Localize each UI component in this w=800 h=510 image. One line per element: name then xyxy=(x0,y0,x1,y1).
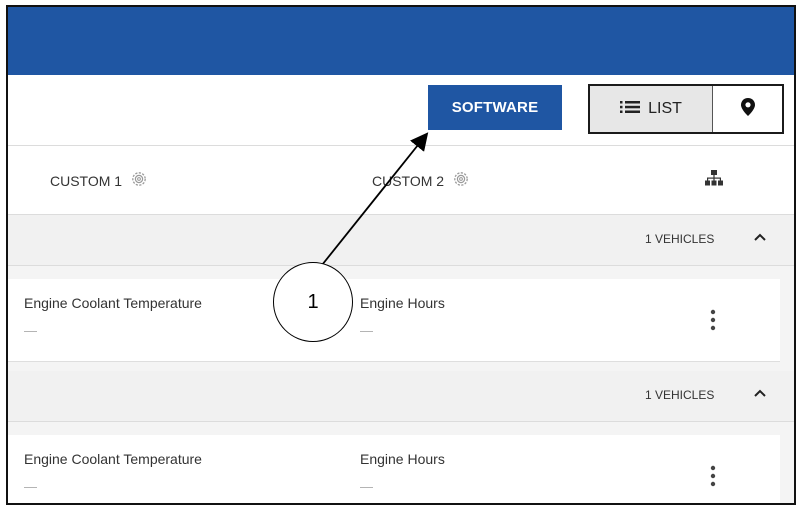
chevron-up-icon[interactable] xyxy=(752,229,768,250)
vehicle-count: 1 VEHICLES xyxy=(645,388,715,402)
custom2-column-header: CUSTOM 2 xyxy=(372,170,470,191)
field-label: Engine Hours xyxy=(360,295,445,311)
vehicle-group-header[interactable]: 1 VEHICLES xyxy=(8,215,794,266)
gear-icon[interactable] xyxy=(130,170,148,191)
callout-number: 1 xyxy=(307,290,319,313)
app-header-bar xyxy=(8,7,794,75)
field-label: Engine Coolant Temperature xyxy=(24,451,202,467)
map-pin-icon xyxy=(740,97,755,121)
vehicle-group-header[interactable]: 1 VEHICLES xyxy=(8,371,794,422)
gear-icon[interactable] xyxy=(452,170,470,191)
list-view-label: LIST xyxy=(648,100,682,117)
vehicle-card[interactable]: Engine Coolant Temperature — Engine Hour… xyxy=(8,435,780,503)
toolbar: SOFTWARE LIST xyxy=(8,75,794,146)
custom1-column-header: CUSTOM 1 xyxy=(50,170,148,191)
vehicle-count: 1 VEHICLES xyxy=(645,232,715,246)
field-value: — xyxy=(360,479,373,494)
list-icon xyxy=(620,100,641,119)
vehicle-card[interactable]: Engine Coolant Temperature — Engine Hour… xyxy=(8,279,780,362)
callout-marker: 1 xyxy=(273,262,353,342)
view-toggle: LIST xyxy=(588,84,784,134)
field-value: — xyxy=(24,479,37,494)
field-label: Engine Coolant Temperature xyxy=(24,295,202,311)
table-header-row: CUSTOM 1 CUSTOM 2 xyxy=(8,146,794,215)
software-button[interactable]: SOFTWARE xyxy=(428,85,562,130)
list-view-button[interactable]: LIST xyxy=(590,86,713,132)
field-value: — xyxy=(360,323,373,338)
field-value: — xyxy=(24,323,37,338)
kebab-menu-icon[interactable] xyxy=(710,309,716,336)
screenshot-frame: SOFTWARE LIST CUSTOM 1 CUSTOM 2 1 VEHICL… xyxy=(6,5,796,505)
map-view-button[interactable] xyxy=(713,86,782,132)
custom2-label: CUSTOM 2 xyxy=(372,172,445,189)
field-label: Engine Hours xyxy=(360,451,445,467)
custom1-label: CUSTOM 1 xyxy=(50,172,123,189)
chevron-up-icon[interactable] xyxy=(752,385,768,406)
hierarchy-icon[interactable] xyxy=(705,170,723,191)
kebab-menu-icon[interactable] xyxy=(710,465,716,492)
